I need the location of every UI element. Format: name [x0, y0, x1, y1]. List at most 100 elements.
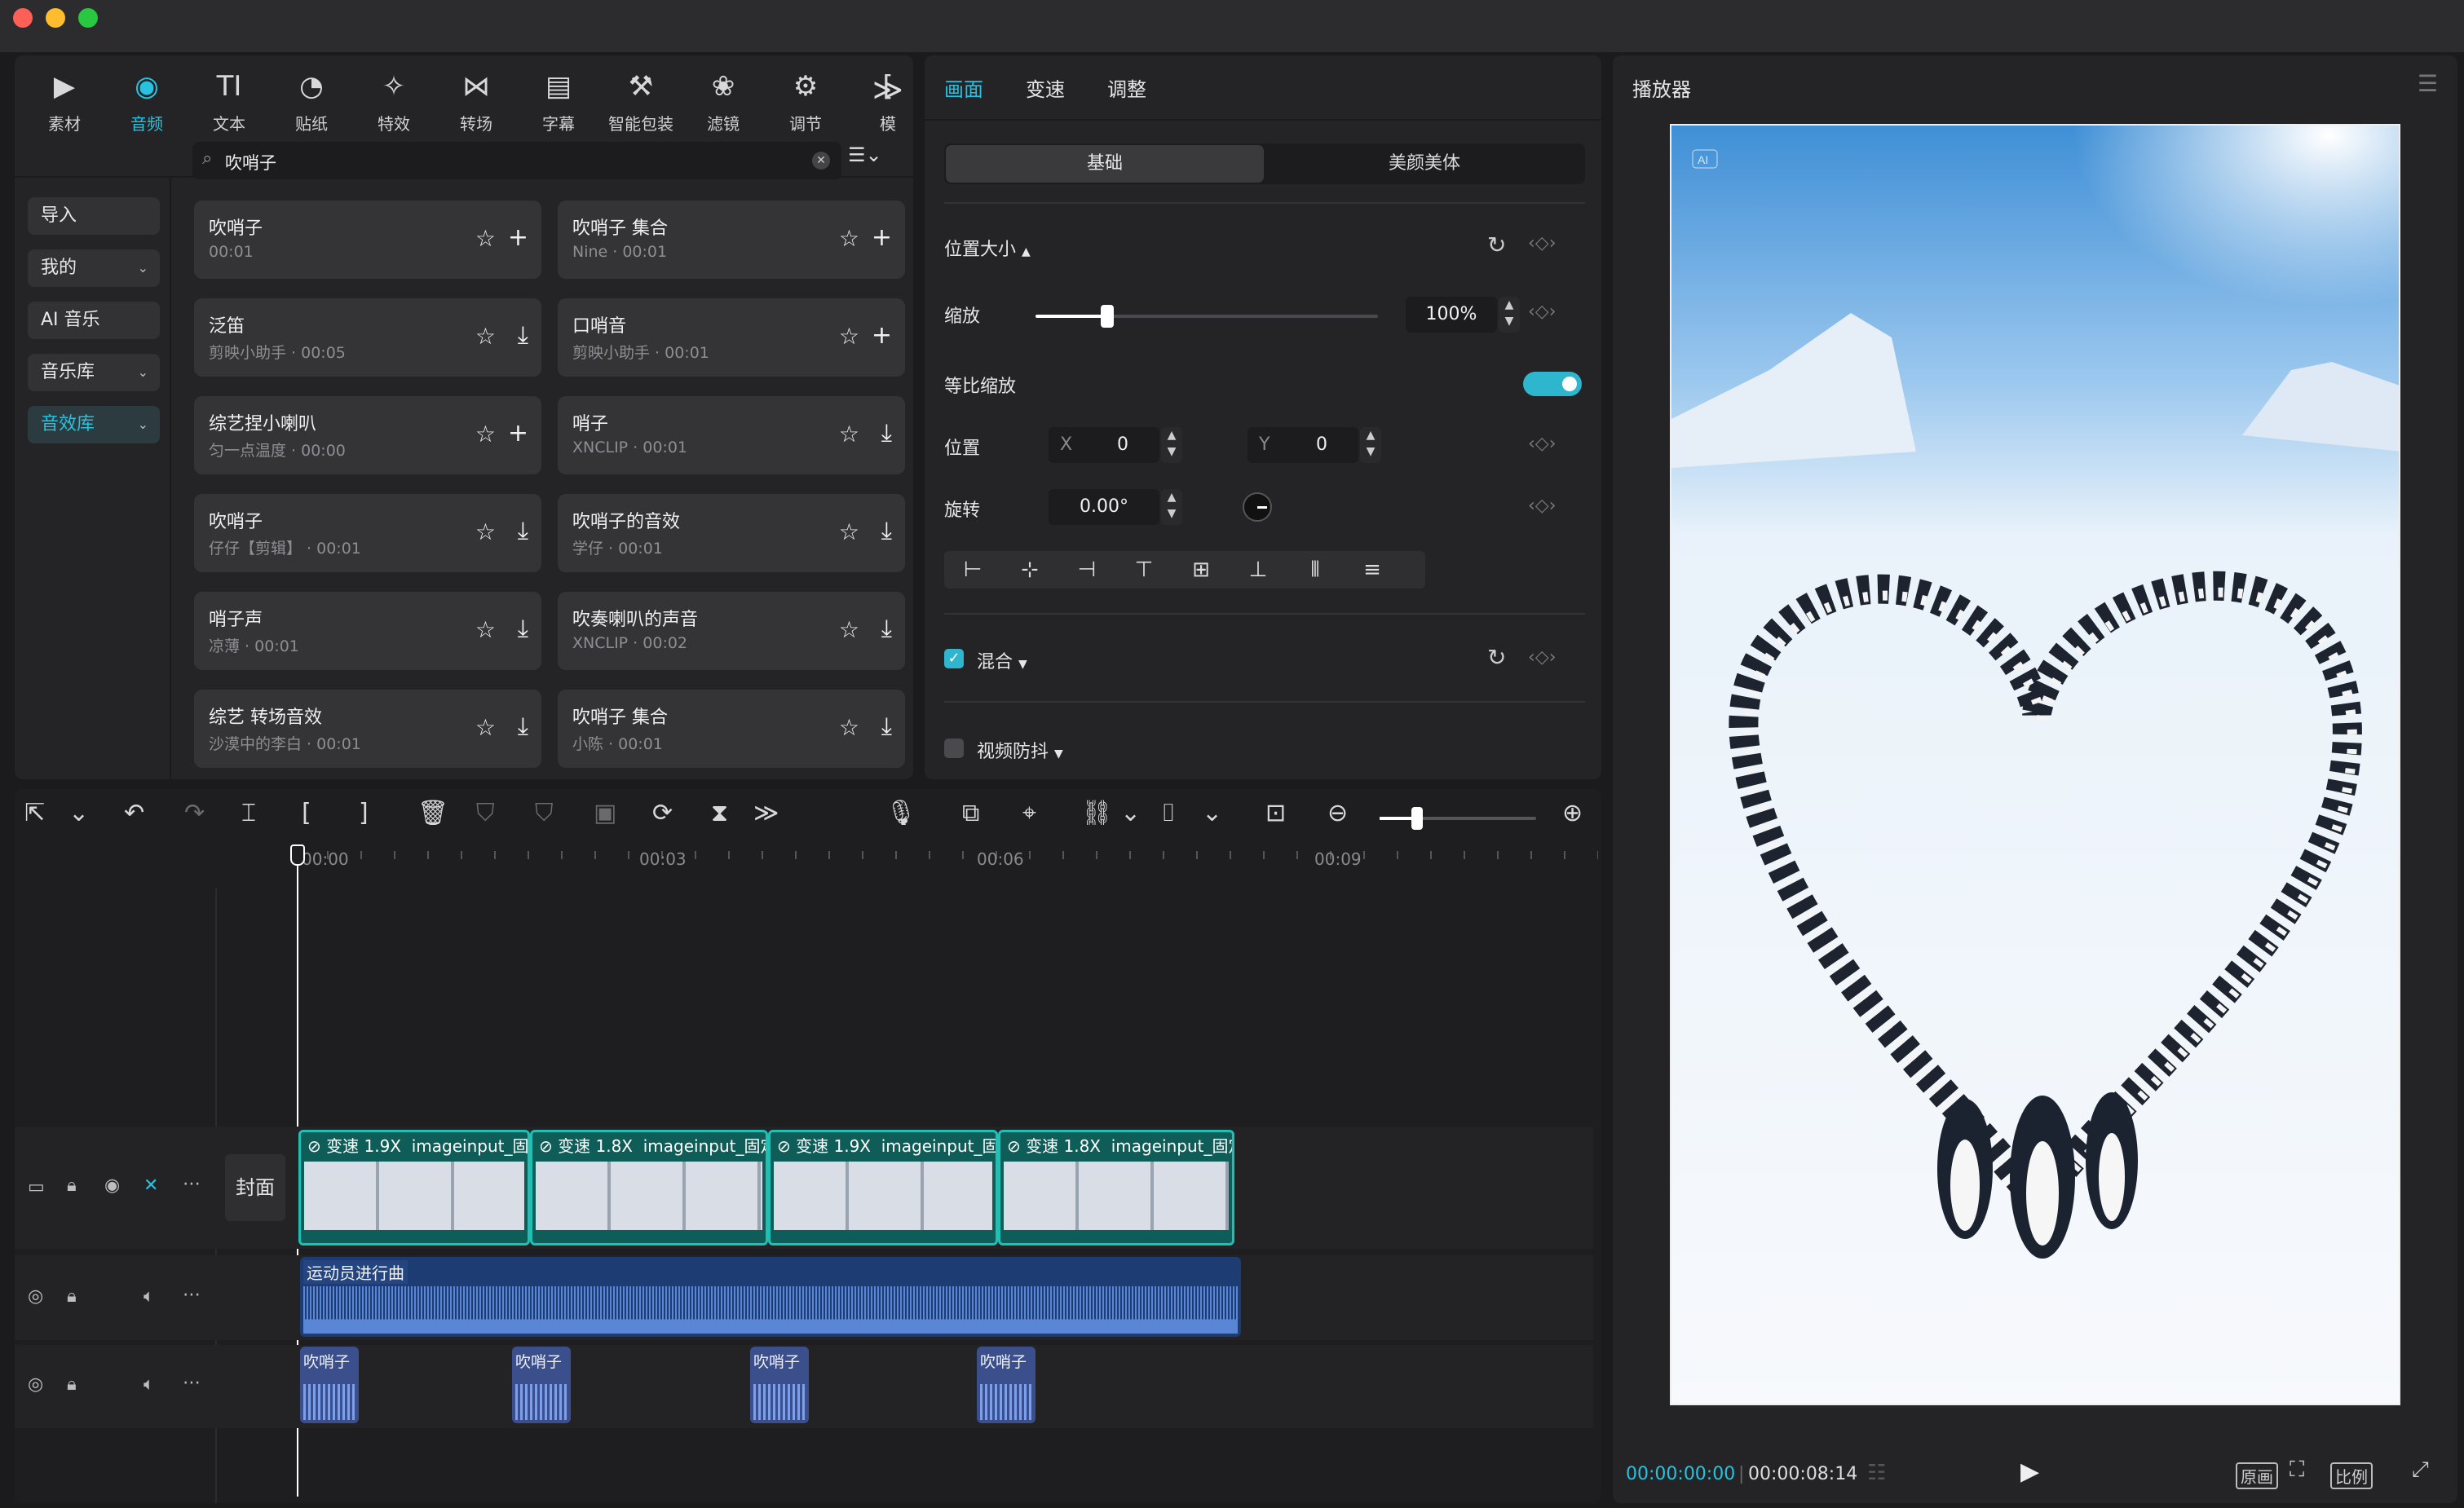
split-icon[interactable]: ⌶	[241, 799, 256, 827]
favorite-star-icon[interactable]: ☆	[839, 518, 859, 545]
add-icon[interactable]: +	[872, 321, 892, 350]
keyframe-nav[interactable]: ‹◇›	[1528, 302, 1557, 322]
y-stepper[interactable]: ▲ ▼	[1360, 427, 1381, 463]
add-icon[interactable]: +	[508, 419, 528, 448]
more-tools-icon[interactable]: ≫	[753, 799, 779, 827]
sound-result-card[interactable]: 综艺捏小喇叭 匀一点温度 · 00:00 ☆ +	[194, 396, 541, 474]
sound-result-card[interactable]: 吹哨子的音效 学仔 · 00:01 ☆ ⤓	[558, 494, 905, 572]
fullscreen-icon[interactable]: ⤢	[2412, 1457, 2429, 1483]
zoom-window-button[interactable]	[78, 8, 98, 28]
download-icon[interactable]: ⤓	[518, 712, 528, 741]
magnet-icon[interactable]: ⧉	[962, 799, 979, 827]
video-clip[interactable]: ⊘ 变速 1.9X imageinput_固	[298, 1130, 530, 1246]
keyframe-nav[interactable]: ‹◇›	[1528, 647, 1557, 668]
inspector-tab-0[interactable]: 画面	[944, 73, 983, 102]
scale-input[interactable]: 100%	[1406, 297, 1497, 333]
sound-result-card[interactable]: 哨子 XNCLIP · 00:01 ☆ ⤓	[558, 396, 905, 474]
mirror-icon[interactable]: ⧗	[711, 799, 728, 827]
mic-icon[interactable]: 🎙︎	[885, 799, 916, 827]
lock-icon[interactable]: 🔒︎	[67, 1286, 77, 1307]
original-quality-button[interactable]: 原画	[2236, 1462, 2278, 1489]
delete-icon[interactable]: 🗑︎	[417, 799, 448, 827]
sound-result-card[interactable]: 口哨音 剪映小助手 · 00:01 ☆ +	[558, 298, 905, 377]
more-icon[interactable]: ⋯	[183, 1373, 201, 1393]
zoom-slider-knob[interactable]	[1411, 807, 1424, 830]
add-icon[interactable]: +	[508, 223, 528, 252]
snapshot-icon[interactable]: ⛶	[2290, 1457, 2304, 1483]
subtab-beauty[interactable]: 美颜美体	[1265, 145, 1583, 183]
video-preview[interactable]: AI	[1670, 124, 2400, 1405]
zoom-slider[interactable]	[1380, 807, 1536, 830]
minimize-window-button[interactable]	[46, 8, 65, 28]
favorite-star-icon[interactable]: ☆	[475, 518, 496, 545]
reset-icon[interactable]: ↻	[1487, 644, 1506, 671]
sound-result-card[interactable]: 吹哨子 集合 小陈 · 00:01 ☆ ⤓	[558, 690, 905, 768]
zoom-out-icon[interactable]: ⊖	[1327, 799, 1348, 827]
sound-result-card[interactable]: 吹哨子 仔仔【剪辑】 · 00:01 ☆ ⤓	[194, 494, 541, 572]
align-top-icon[interactable]: ⊤	[1115, 551, 1172, 589]
more-icon[interactable]: ⋯	[183, 1174, 201, 1194]
x-stepper[interactable]: ▲ ▼	[1161, 427, 1182, 463]
cover-button[interactable]: 封面	[225, 1154, 285, 1221]
video-clip[interactable]: ⊘ 变速 1.9X imageinput_固	[768, 1130, 998, 1246]
scale-slider-knob[interactable]	[1101, 305, 1115, 328]
sound-result-card[interactable]: 哨子声 凉薄 · 00:01 ☆ ⤓	[194, 592, 541, 670]
sidebar-item-4[interactable]: 音效库 ⌄	[28, 406, 160, 443]
sidebar-item-3[interactable]: 音乐库 ⌄	[28, 354, 160, 391]
snap-icon[interactable]: ⌖	[1022, 799, 1036, 827]
music-clip[interactable]: 运动员进行曲	[300, 1257, 1241, 1337]
favorite-star-icon[interactable]: ☆	[839, 225, 859, 252]
chevron-down-icon[interactable]: ⌄	[1202, 799, 1222, 827]
align-right-icon[interactable]: ⊣	[1058, 551, 1115, 589]
fit-icon[interactable]: ⊡	[1265, 799, 1286, 827]
favorite-star-icon[interactable]: ☆	[475, 714, 496, 741]
section-position-size[interactable]: 位置大小 ▲	[944, 235, 1031, 261]
download-icon[interactable]: ⤓	[518, 615, 528, 643]
playhead-handle[interactable]	[290, 844, 305, 866]
favorite-star-icon[interactable]: ☆	[839, 323, 859, 350]
position-y-input[interactable]: Y 0	[1247, 427, 1358, 463]
subtab-basic[interactable]: 基础	[946, 145, 1264, 183]
ratio-button[interactable]: 比例	[2330, 1462, 2373, 1489]
volume-icon[interactable]: 🔈︎	[144, 1374, 154, 1395]
stabilize-label[interactable]: 视频防抖 ▼	[977, 737, 1063, 763]
inspector-tab-2[interactable]: 调整	[1107, 73, 1146, 102]
sound-result-card[interactable]: 吹哨子 00:01 ☆ +	[194, 201, 541, 279]
search-input[interactable]: 吹哨子	[225, 150, 276, 174]
menu-icon[interactable]: ☰	[2418, 70, 2438, 97]
play-speed-icon[interactable]: ⟳	[652, 799, 673, 827]
download-icon[interactable]: ⤓	[518, 321, 528, 350]
trim-left-icon[interactable]: [	[302, 799, 311, 827]
keyframe-nav[interactable]: ‹◇›	[1528, 233, 1557, 254]
sfx-clip[interactable]: 吹哨子	[300, 1347, 359, 1423]
favorite-star-icon[interactable]: ☆	[839, 421, 859, 448]
download-icon[interactable]: ⤓	[881, 615, 892, 643]
download-icon[interactable]: ⤓	[881, 419, 892, 448]
sound-result-card[interactable]: 吹哨子 集合 Nine · 00:01 ☆ +	[558, 201, 905, 279]
add-icon[interactable]: +	[872, 223, 892, 252]
sound-result-card[interactable]: 吹奏喇叭的声音 XNCLIP · 00:02 ☆ ⤓	[558, 592, 905, 670]
mute-icon[interactable]: ✕	[144, 1175, 158, 1196]
preview-axis-icon[interactable]: ⌷	[1161, 799, 1176, 827]
rotation-dial[interactable]	[1243, 492, 1272, 522]
align-center-h-icon[interactable]: ⊹	[1001, 551, 1058, 589]
position-x-input[interactable]: X 0	[1049, 427, 1159, 463]
chevron-down-icon[interactable]: ⌄	[1120, 799, 1141, 827]
search-box[interactable]: ⌕ 吹哨子 ✕	[192, 142, 841, 179]
rotation-stepper[interactable]: ▲ ▼	[1161, 489, 1182, 525]
favorite-star-icon[interactable]: ☆	[475, 323, 496, 350]
inspector-tab-1[interactable]: 变速	[1026, 73, 1065, 102]
freeze-icon[interactable]: ▣	[594, 799, 616, 827]
reset-icon[interactable]: ↻	[1487, 231, 1506, 258]
scale-stepper[interactable]: ▲ ▼	[1499, 297, 1520, 333]
distribute-v-icon[interactable]: ≡	[1344, 551, 1401, 589]
download-icon[interactable]: ⤓	[518, 517, 528, 545]
sound-result-card[interactable]: 综艺 转场音效 沙漠中的李白 · 00:01 ☆ ⤓	[194, 690, 541, 768]
favorite-star-icon[interactable]: ☆	[475, 225, 496, 252]
stabilize-checkbox[interactable]	[944, 739, 964, 758]
lock-icon[interactable]: 🔒︎	[67, 1175, 77, 1196]
eye-icon[interactable]: ◉	[104, 1175, 120, 1196]
more-icon[interactable]: ⋯	[183, 1285, 201, 1305]
align-bottom-icon[interactable]: ⊥	[1230, 551, 1287, 589]
download-icon[interactable]: ⤓	[881, 517, 892, 545]
